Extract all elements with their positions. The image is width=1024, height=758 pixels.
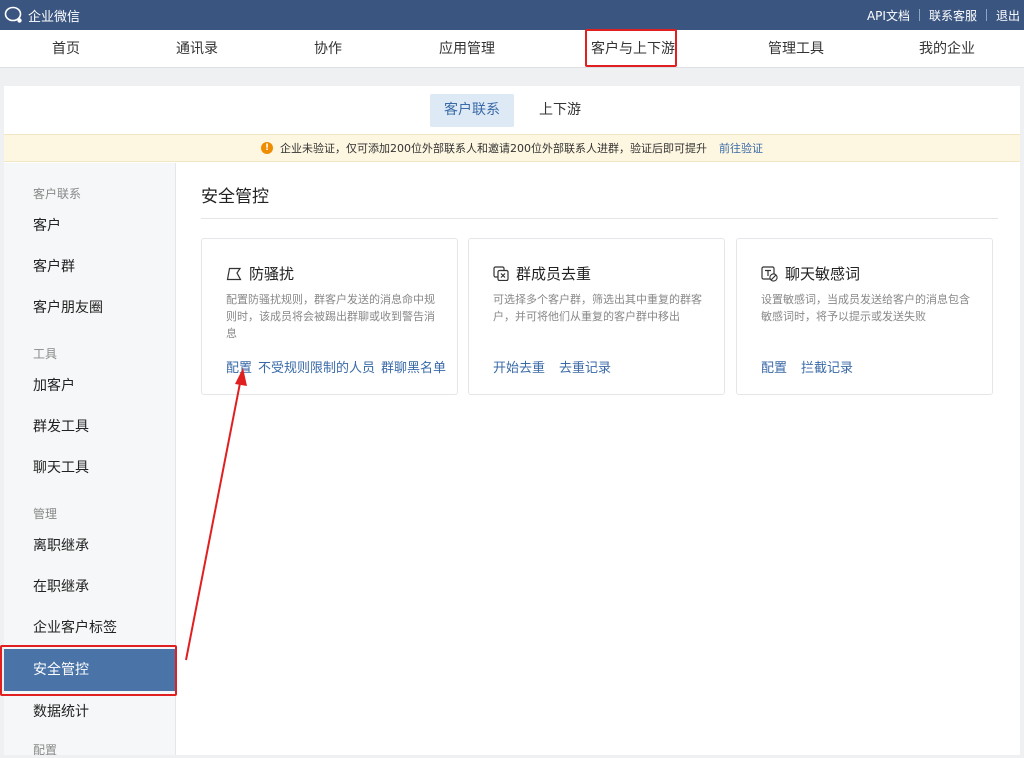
- card-anti-harassment: 防骚扰 配置防骚扰规则，群客户发送的消息命中规则时，该成员将会被踢出群聊或收到警…: [201, 238, 458, 395]
- flag-icon: [226, 267, 242, 280]
- card-actions: 配置 不受规则限制的人员 群聊黑名单: [226, 357, 452, 376]
- contact-support-link[interactable]: 联系客服: [929, 7, 977, 24]
- brand-logo[interactable]: 企业微信: [4, 5, 80, 25]
- brand-name: 企业微信: [28, 9, 81, 25]
- card-description: 可选择多个客户群，筛选出其中重复的群客户，并可将他们从重复的客户群中移出: [493, 293, 702, 323]
- card-title: 聊天敏感词: [785, 265, 861, 283]
- config-link[interactable]: 配置: [226, 361, 252, 376]
- sidebar-item-broadcast[interactable]: 群发工具: [4, 406, 176, 448]
- start-dedupe-link[interactable]: 开始去重: [493, 361, 545, 376]
- dedupe-icon: [493, 266, 509, 281]
- verification-notice: ! 企业未验证，仅可添加200位外部联系人和邀请200位外部联系人进群，验证后即…: [4, 134, 1020, 162]
- api-docs-link[interactable]: API文档: [867, 7, 910, 24]
- card-actions: 配置 拦截记录: [761, 357, 867, 376]
- divider: [918, 9, 920, 21]
- card-title: 群成员去重: [516, 265, 592, 283]
- logout-link[interactable]: 退出: [996, 7, 1020, 24]
- card-description: 设置敏感词，当成员发送给客户的消息包含敏感词时，将予以提示或发送失败: [761, 293, 970, 323]
- sidebar-group-title: 客户联系: [33, 187, 82, 201]
- sidebar-item-onjob-transfer[interactable]: 在职继承: [4, 566, 176, 608]
- sidebar-highlight-box: [0, 645, 177, 696]
- top-bar: 企业微信 API文档 联系客服 退出: [0, 0, 1024, 30]
- nav-highlight-box: [585, 29, 677, 67]
- config-link[interactable]: 配置: [761, 361, 787, 376]
- sidebar-item-customers[interactable]: 客户: [4, 205, 176, 247]
- sidebar-item-customer-tags[interactable]: 企业客户标签: [4, 607, 176, 649]
- card-dedupe-members: 群成员去重 可选择多个客户群，筛选出其中重复的群客户，并可将他们从重复的客户群中…: [468, 238, 725, 395]
- sidebar-group-title: 配置: [33, 743, 58, 757]
- card-header: 防骚扰: [226, 263, 294, 284]
- nav-collaboration[interactable]: 协作: [314, 30, 342, 68]
- group-blacklist-link[interactable]: 群聊黑名单: [381, 361, 446, 376]
- sensitive-word-icon: [761, 265, 778, 282]
- divider: [985, 9, 987, 21]
- exempt-members-link[interactable]: 不受规则限制的人员: [258, 361, 375, 376]
- nav-home[interactable]: 首页: [52, 30, 80, 68]
- sidebar-group-title: 管理: [33, 507, 58, 521]
- nav-app-management[interactable]: 应用管理: [439, 30, 495, 68]
- verify-link[interactable]: 前往验证: [719, 140, 763, 156]
- tab-customer-contact[interactable]: 客户联系: [430, 94, 514, 127]
- sidebar-item-chat-tools[interactable]: 聊天工具: [4, 447, 176, 489]
- page-title: 安全管控: [201, 187, 269, 207]
- card-actions: 开始去重 去重记录: [493, 357, 625, 376]
- card-sensitive-words: 聊天敏感词 设置敏感词，当成员发送给客户的消息包含敏感词时，将予以提示或发送失败…: [736, 238, 993, 395]
- sidebar-item-resigned-transfer[interactable]: 离职继承: [4, 525, 176, 567]
- sidebar-item-moments[interactable]: 客户朋友圈: [4, 287, 176, 329]
- card-title: 防骚扰: [249, 265, 295, 283]
- wecom-logo-icon: [4, 6, 22, 23]
- sub-tabs: 客户联系 上下游: [4, 86, 1020, 134]
- sidebar-item-add-customer[interactable]: 加客户: [4, 365, 176, 407]
- warning-icon: !: [261, 142, 273, 154]
- card-header: 聊天敏感词: [761, 263, 860, 284]
- nav-management-tools[interactable]: 管理工具: [768, 30, 824, 68]
- tab-upstream-downstream[interactable]: 上下游: [525, 94, 595, 127]
- card-header: 群成员去重: [493, 263, 591, 284]
- intercept-records-link[interactable]: 拦截记录: [801, 361, 853, 376]
- dedupe-records-link[interactable]: 去重记录: [559, 361, 611, 376]
- top-links: API文档 联系客服 退出: [867, 0, 1020, 30]
- sidebar-item-customer-groups[interactable]: 客户群: [4, 246, 176, 288]
- notice-text: 企业未验证，仅可添加200位外部联系人和邀请200位外部联系人进群，验证后即可提…: [280, 142, 707, 155]
- title-divider: [201, 218, 998, 219]
- nav-my-company[interactable]: 我的企业: [919, 30, 975, 68]
- sidebar-item-statistics[interactable]: 数据统计: [4, 691, 176, 733]
- main-nav: 首页 通讯录 协作 应用管理 客户与上下游 管理工具 我的企业: [0, 30, 1024, 68]
- card-description: 配置防骚扰规则，群客户发送的消息命中规则时，该成员将会被踢出群聊或收到警告消息: [226, 293, 435, 340]
- sidebar-group-title: 工具: [33, 347, 58, 361]
- nav-contacts[interactable]: 通讯录: [176, 30, 218, 68]
